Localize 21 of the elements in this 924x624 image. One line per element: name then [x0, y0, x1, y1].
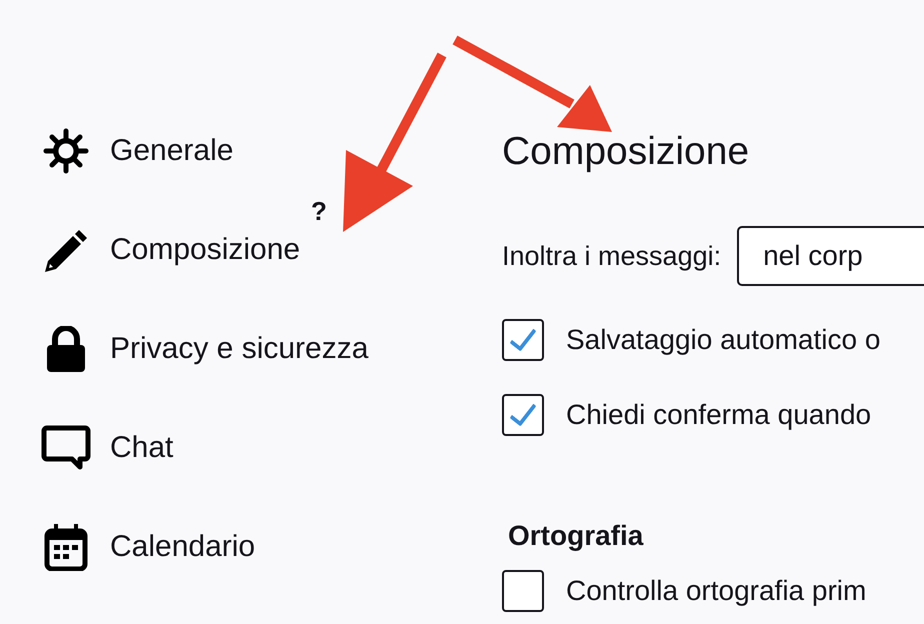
sidebar-item[interactable]: Privacy e sicurezza — [41, 322, 458, 376]
section-heading: Ortografia — [508, 519, 644, 553]
sidebar-item[interactable]: Generale — [41, 124, 458, 178]
sidebar-item[interactable]: Composizione — [41, 223, 458, 277]
gear-icon — [43, 128, 89, 174]
checkbox-label[interactable]: Salvataggio automatico o — [566, 324, 880, 356]
checkbox[interactable] — [502, 394, 544, 436]
pencil-icon — [43, 227, 89, 273]
chat-bubble-icon — [41, 425, 91, 471]
question-mark-annotation: ? — [311, 196, 327, 226]
calendar-icon — [44, 523, 88, 571]
forward-label: Inoltra i messaggi: — [502, 240, 722, 272]
lock-icon — [46, 326, 86, 372]
checkbox[interactable] — [502, 319, 544, 361]
pane-title: Composizione — [502, 129, 750, 175]
checkbox-label[interactable]: Chiedi conferma quando — [566, 399, 872, 431]
sidebar-item[interactable]: Chat — [41, 421, 458, 475]
sidebar-item[interactable]: Calendario — [41, 520, 458, 574]
checkbox-label[interactable]: Controlla ortografia prim — [566, 575, 866, 607]
checkbox[interactable] — [502, 570, 544, 612]
forward-dropdown[interactable]: nel corp — [737, 226, 924, 286]
